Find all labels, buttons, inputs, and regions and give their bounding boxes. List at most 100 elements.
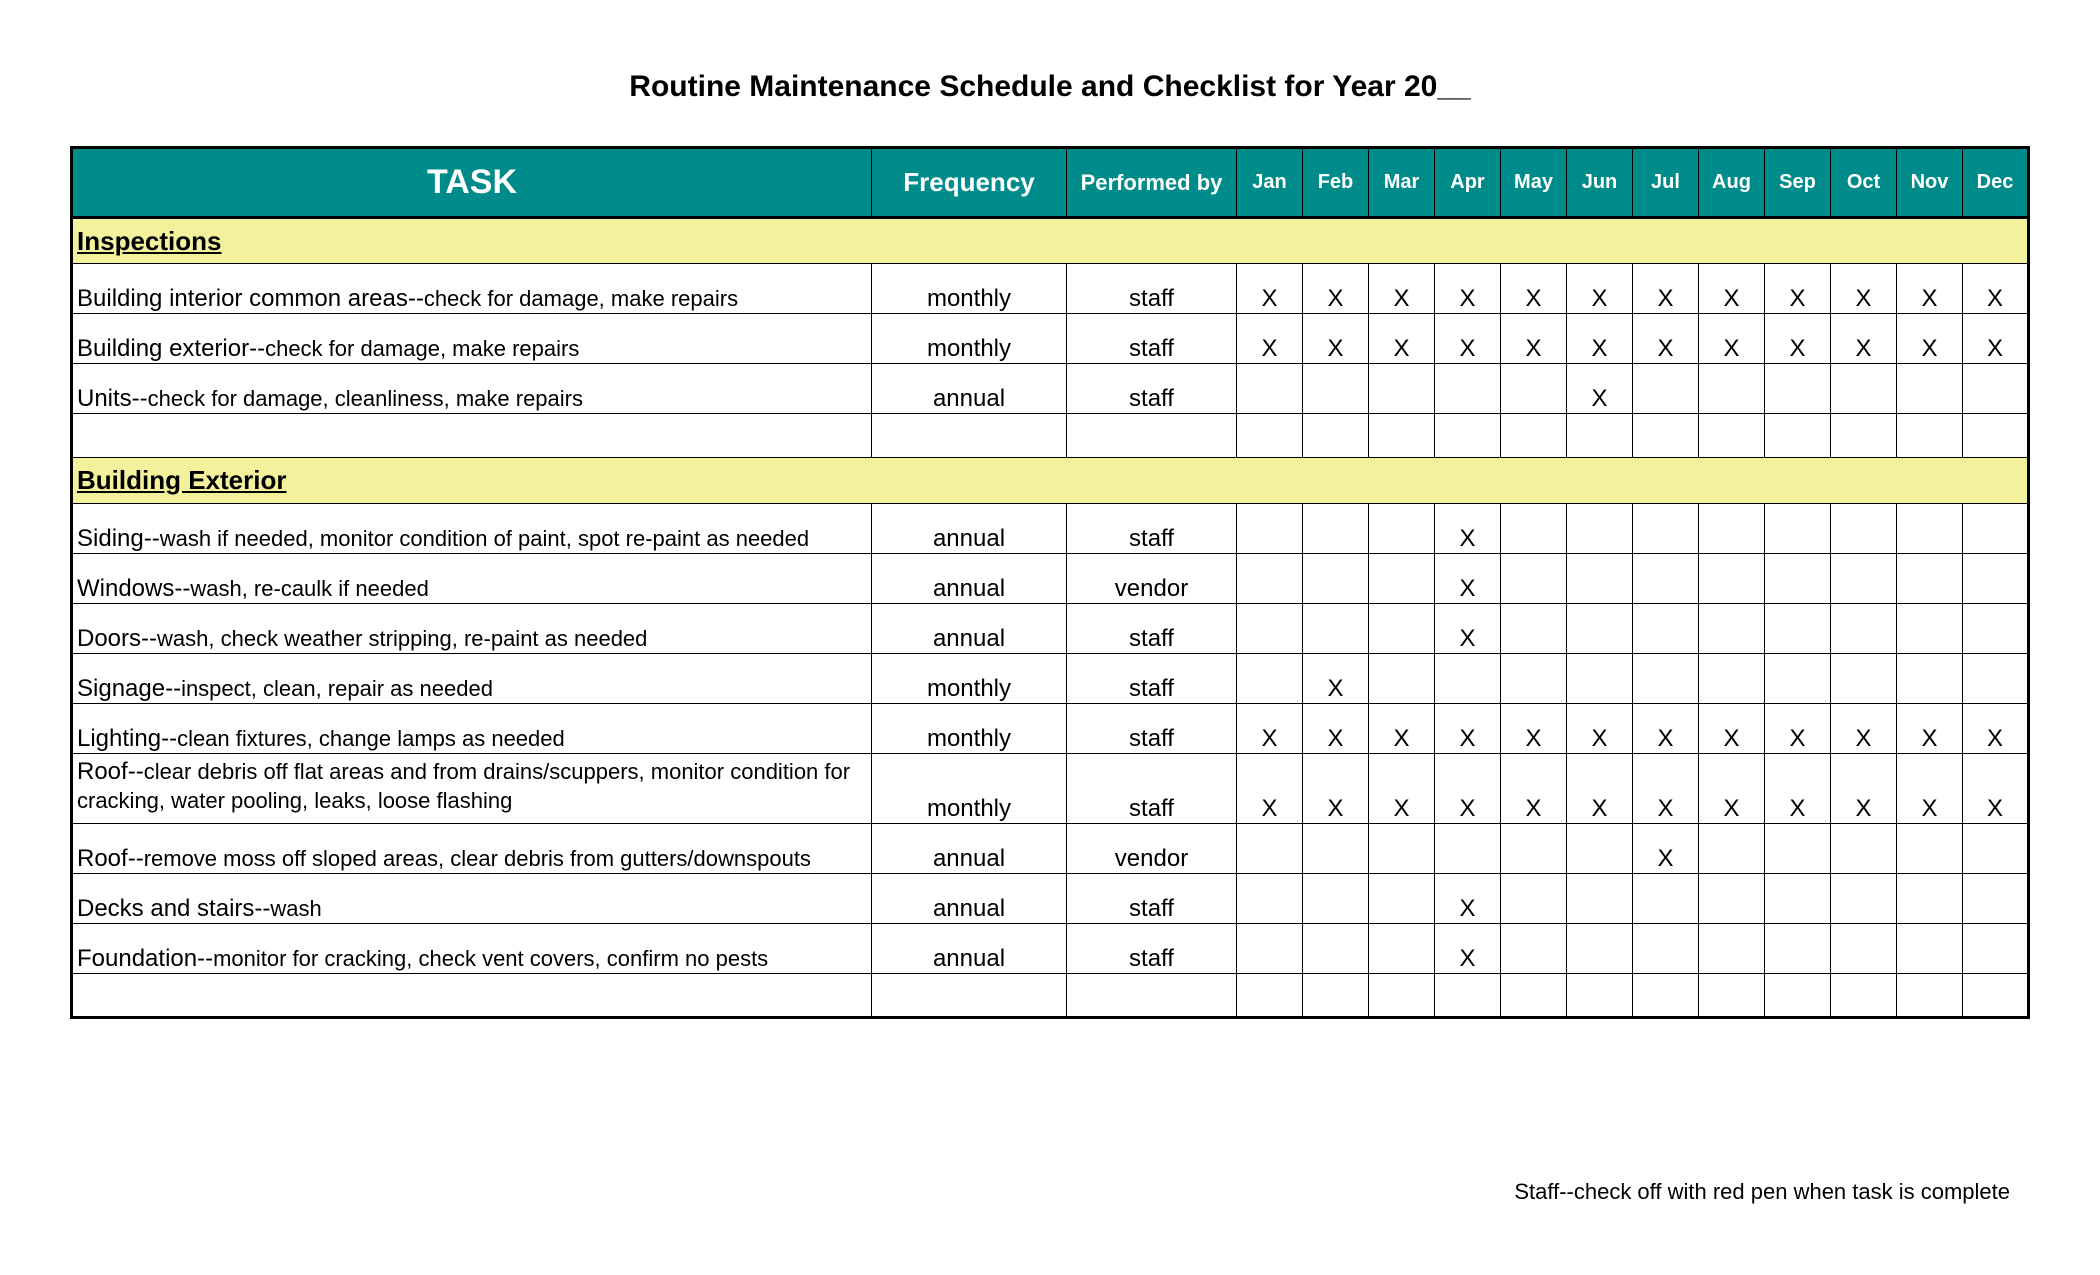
month-cell: X: [1501, 704, 1567, 754]
month-cell: [1237, 824, 1303, 874]
month-cell: [1501, 504, 1567, 554]
frequency-cell: annual: [872, 604, 1067, 654]
frequency-cell: annual: [872, 874, 1067, 924]
month-cell: X: [1501, 314, 1567, 364]
month-cell: [1699, 924, 1765, 974]
month-cell: [1963, 824, 2029, 874]
month-cell: [1303, 364, 1369, 414]
month-cell: X: [1369, 704, 1435, 754]
month-cell: X: [1303, 754, 1369, 824]
blank-row: [72, 414, 2029, 458]
month-cell: [1963, 364, 2029, 414]
table-row: Foundation--monitor for cracking, check …: [72, 924, 2029, 974]
frequency-cell: monthly: [872, 654, 1067, 704]
month-cell: X: [1369, 314, 1435, 364]
table-row: Building exterior--check for damage, mak…: [72, 314, 2029, 364]
month-cell: X: [1567, 754, 1633, 824]
blank-cell: [1237, 414, 1303, 458]
month-cell: X: [1897, 754, 1963, 824]
month-cell: [1699, 824, 1765, 874]
table-row: Roof--remove moss off sloped areas, clea…: [72, 824, 2029, 874]
month-cell: [1633, 604, 1699, 654]
month-cell: [1567, 874, 1633, 924]
frequency-cell: monthly: [872, 314, 1067, 364]
month-cell: [1501, 364, 1567, 414]
col-month: Feb: [1303, 148, 1369, 218]
task-detail: remove moss off sloped areas, clear debr…: [144, 846, 811, 871]
month-cell: [1897, 824, 1963, 874]
month-cell: [1237, 924, 1303, 974]
month-cell: [1963, 604, 2029, 654]
col-month: Apr: [1435, 148, 1501, 218]
month-cell: X: [1963, 314, 2029, 364]
blank-cell: [1699, 414, 1765, 458]
blank-cell: [1237, 974, 1303, 1018]
month-cell: [1567, 504, 1633, 554]
month-cell: [1369, 554, 1435, 604]
month-cell: X: [1963, 754, 2029, 824]
month-cell: X: [1435, 554, 1501, 604]
month-cell: X: [1501, 754, 1567, 824]
month-cell: [1633, 554, 1699, 604]
month-cell: X: [1501, 264, 1567, 314]
month-cell: X: [1435, 874, 1501, 924]
task-detail: check for damage, make repairs: [424, 286, 738, 311]
month-cell: [1963, 654, 2029, 704]
task-detail: check for damage, make repairs: [265, 336, 579, 361]
month-cell: [1303, 924, 1369, 974]
blank-cell: [1765, 414, 1831, 458]
month-cell: [1237, 364, 1303, 414]
blank-cell: [1633, 414, 1699, 458]
task-lead: Windows--: [77, 575, 190, 602]
schedule-table: TASK Frequency Performed by Jan Feb Mar …: [70, 146, 2030, 1019]
month-cell: X: [1567, 264, 1633, 314]
col-month: Jun: [1567, 148, 1633, 218]
task-detail: clean fixtures, change lamps as needed: [177, 726, 565, 751]
month-cell: [1831, 554, 1897, 604]
month-cell: [1303, 824, 1369, 874]
month-cell: [1765, 654, 1831, 704]
blank-cell: [1435, 974, 1501, 1018]
col-month: Oct: [1831, 148, 1897, 218]
table-row: Units--check for damage, cleanliness, ma…: [72, 364, 2029, 414]
month-cell: X: [1435, 754, 1501, 824]
blank-cell: [1831, 974, 1897, 1018]
task-detail: wash if needed, monitor condition of pai…: [160, 526, 809, 551]
task-lead: Building interior common areas--: [77, 285, 424, 312]
month-cell: X: [1237, 704, 1303, 754]
month-cell: X: [1963, 264, 2029, 314]
task-cell: Lighting--clean fixtures, change lamps a…: [72, 704, 872, 754]
month-cell: X: [1303, 314, 1369, 364]
month-cell: [1567, 824, 1633, 874]
blank-cell: [1567, 414, 1633, 458]
task-cell: Building interior common areas--check fo…: [72, 264, 872, 314]
task-detail: wash: [270, 896, 321, 921]
month-cell: [1699, 604, 1765, 654]
month-cell: [1897, 924, 1963, 974]
month-cell: [1237, 554, 1303, 604]
table-body: InspectionsBuilding interior common area…: [72, 218, 2029, 1018]
month-cell: X: [1897, 314, 1963, 364]
task-detail: inspect, clean, repair as needed: [181, 676, 493, 701]
task-cell: Signage--inspect, clean, repair as neede…: [72, 654, 872, 704]
performed-by-cell: staff: [1067, 654, 1237, 704]
month-cell: [1369, 604, 1435, 654]
performed-by-cell: staff: [1067, 874, 1237, 924]
table-row: Windows--wash, re-caulk if neededannualv…: [72, 554, 2029, 604]
month-cell: X: [1303, 654, 1369, 704]
month-cell: [1303, 554, 1369, 604]
table-row: Siding--wash if needed, monitor conditio…: [72, 504, 2029, 554]
month-cell: X: [1765, 264, 1831, 314]
month-cell: [1237, 604, 1303, 654]
month-cell: [1765, 364, 1831, 414]
performed-by-cell: staff: [1067, 264, 1237, 314]
performed-by-cell: vendor: [1067, 824, 1237, 874]
month-cell: [1765, 924, 1831, 974]
month-cell: X: [1237, 264, 1303, 314]
task-cell: Units--check for damage, cleanliness, ma…: [72, 364, 872, 414]
month-cell: X: [1369, 264, 1435, 314]
month-cell: [1963, 504, 2029, 554]
section-row: Building Exterior: [72, 458, 2029, 504]
col-month: Jul: [1633, 148, 1699, 218]
task-cell: Windows--wash, re-caulk if needed: [72, 554, 872, 604]
